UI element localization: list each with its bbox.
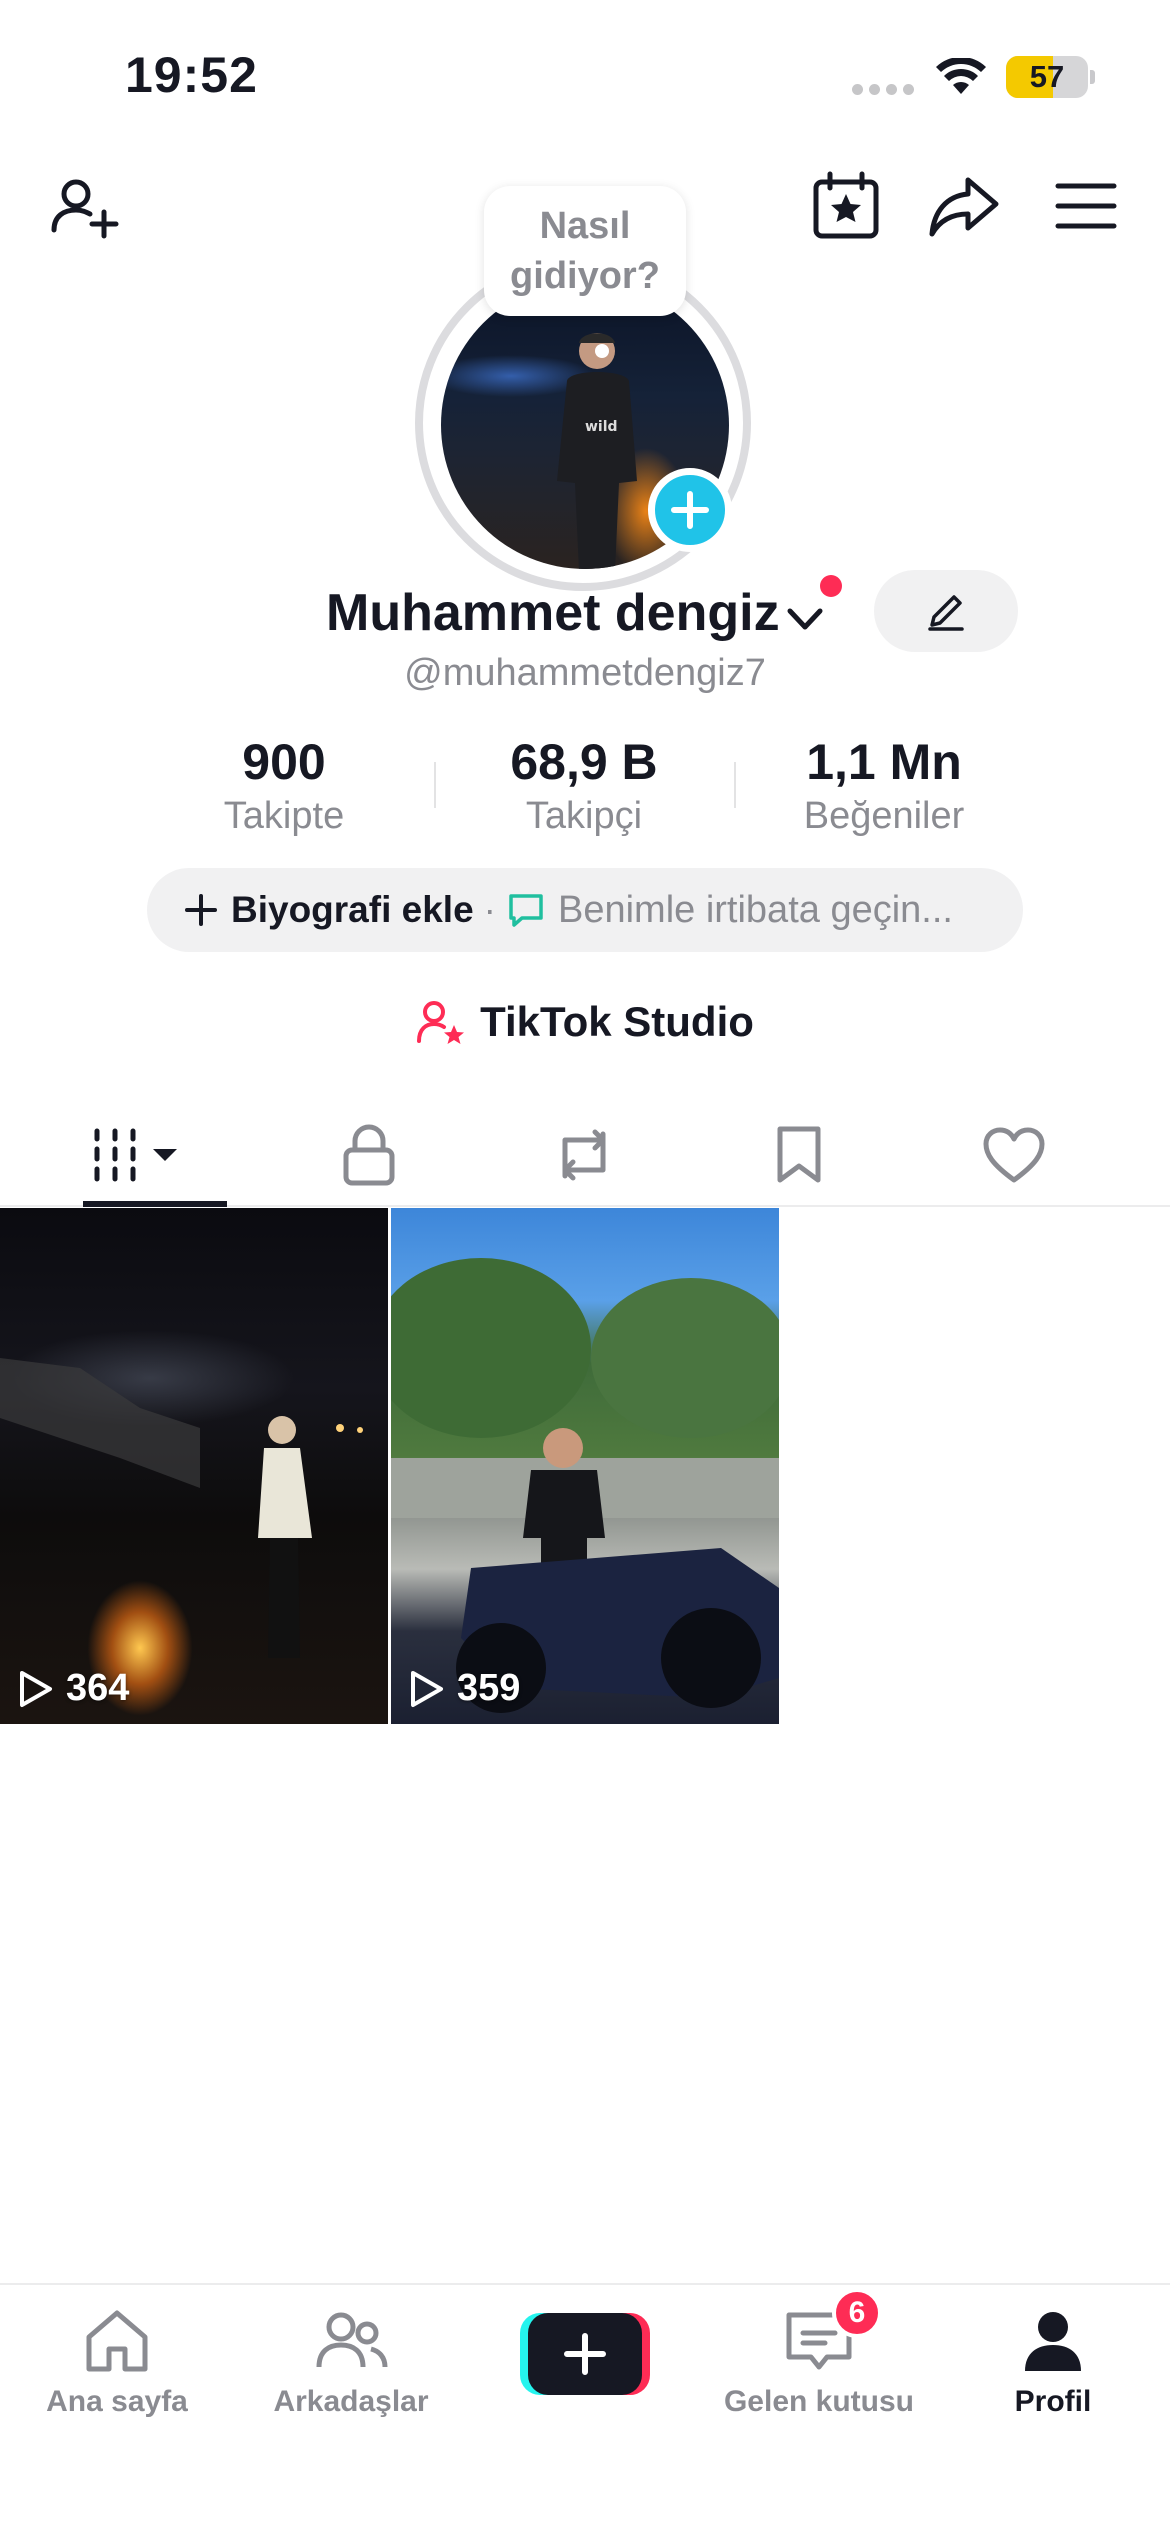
avatar-person-image: wild [557, 333, 637, 569]
status-bar: 19:52 57 [0, 0, 1170, 150]
bottom-nav: Ana sayfa Arkadaşlar Gelen kutusu Profil [0, 2283, 1170, 2532]
tab-saved[interactable] [692, 1105, 906, 1205]
add-friend-icon[interactable] [48, 170, 120, 242]
view-count: 359 [407, 1667, 520, 1710]
tab-private[interactable] [262, 1105, 476, 1205]
nav-home[interactable]: Ana sayfa [0, 2303, 234, 2443]
bio-pill: Biyografi ekle · Benimle irtibata geçin.… [147, 868, 1023, 952]
nav-friends[interactable]: Arkadaşlar [234, 2303, 468, 2443]
nav-label: Arkadaşlar [273, 2385, 429, 2418]
wifi-icon [936, 58, 986, 94]
plus-icon [671, 491, 709, 529]
stat-label: Takipçi [525, 795, 643, 837]
stat-following[interactable]: 900 Takipte [134, 730, 434, 838]
lock-icon [343, 1124, 395, 1186]
studio-label: TikTok Studio [480, 998, 754, 1045]
edit-profile-button[interactable] [874, 570, 1018, 652]
videos-grid-icon [94, 1128, 177, 1182]
video-thumbnail[interactable]: 364 [0, 1208, 388, 1724]
share-icon[interactable] [928, 170, 1000, 242]
content-tabs [0, 1105, 1170, 1207]
battery-level: 57 [1029, 59, 1065, 94]
calendar-star-icon[interactable] [810, 170, 882, 242]
bubble-tail [595, 344, 609, 358]
pencil-icon [928, 595, 964, 631]
friends-icon [316, 2312, 388, 2368]
tiktok-studio-link[interactable]: TikTok Studio [0, 990, 1170, 1054]
bookmark-icon [777, 1126, 821, 1183]
video-thumbnail-image [0, 1358, 363, 1658]
view-count: 364 [16, 1667, 129, 1710]
profile-stats: 900 Takipte 68,9 B Takipçi 1,1 Mn Beğeni… [0, 730, 1170, 840]
add-bio-button[interactable]: Biyografi ekle [231, 889, 474, 931]
play-icon [20, 1670, 52, 1707]
home-icon [86, 2310, 148, 2372]
notification-dot [820, 575, 842, 597]
status-time: 19:52 [125, 47, 258, 103]
plus-icon [185, 894, 217, 926]
contact-button[interactable]: Benimle irtibata geçin... [558, 889, 953, 932]
plus-icon [564, 2333, 606, 2375]
stat-value: 68,9 B [510, 734, 658, 790]
tab-videos[interactable] [32, 1105, 246, 1205]
video-views: 364 [66, 1667, 130, 1709]
stat-followers[interactable]: 68,9 B Takipçi [434, 730, 734, 838]
nav-label: Profil [1014, 2385, 1092, 2418]
video-views: 359 [457, 1667, 521, 1709]
chat-bubble-icon [509, 894, 543, 927]
chevron-down-icon[interactable] [784, 597, 826, 639]
nav-inbox[interactable]: Gelen kutusu [702, 2303, 936, 2443]
cellular-signal-icon [852, 84, 914, 95]
creator-star-icon [417, 1001, 465, 1044]
stat-value: 900 [242, 734, 326, 790]
tab-reposts[interactable] [477, 1105, 691, 1205]
play-icon [411, 1670, 443, 1707]
nav-label: Ana sayfa [46, 2385, 188, 2418]
stat-value: 1,1 Mn [806, 734, 962, 790]
create-button[interactable] [520, 2313, 650, 2395]
heart-icon [983, 1127, 1045, 1183]
active-tab-indicator [83, 1201, 227, 1207]
profile-icon [1025, 2312, 1081, 2371]
tab-liked[interactable] [907, 1105, 1121, 1205]
stat-label: Takipte [223, 795, 345, 837]
inbox-badge: 6 [832, 2288, 882, 2338]
nav-create[interactable] [468, 2303, 702, 2443]
repost-icon [562, 1129, 606, 1181]
stat-label: Beğeniler [803, 795, 965, 837]
video-thumbnail[interactable]: 359 [391, 1208, 779, 1724]
battery-cap [1090, 70, 1095, 84]
stat-likes[interactable]: 1,1 Mn Beğeniler [734, 730, 1034, 838]
add-story-button[interactable] [648, 468, 732, 552]
status-bubble[interactable]: Nasıl gidiyor? [484, 186, 686, 316]
menu-icon[interactable] [1050, 170, 1122, 242]
battery-icon: 57 [1006, 56, 1088, 98]
svg-text:wild: wild [585, 419, 618, 435]
video-thumbnail-image [391, 1258, 779, 1713]
nav-profile[interactable]: Profil [936, 2303, 1170, 2443]
nav-label: Gelen kutusu [723, 2385, 915, 2418]
display-name[interactable]: Muhammet dengiz [326, 583, 780, 643]
bio-separator: · [483, 889, 496, 930]
username: @muhammetdengiz7 [404, 652, 766, 694]
bubble-text: Nasıl gidiyor? [510, 205, 660, 297]
